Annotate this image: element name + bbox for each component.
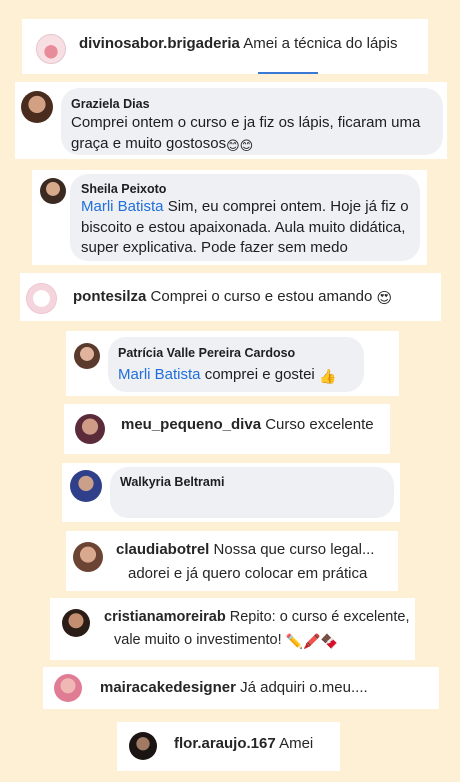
comment-text: meu_pequeno_diva Curso excelente — [121, 416, 374, 433]
comment-line-1: claudiabotrel Nossa que curso legal... — [116, 541, 375, 558]
username-link[interactable]: divinosabor.brigaderia — [79, 35, 240, 52]
comment-card-10: mairacakedesigner Já adquiri o.meu.... — [43, 667, 439, 709]
woman-avatar[interactable] — [62, 609, 90, 637]
comment-card-5: Patrícia Valle Pereira Cardoso Marli Bat… — [66, 331, 399, 396]
heart-eyes-emoji-icon: 😍 — [376, 290, 393, 307]
cropped-link-underline — [258, 72, 318, 74]
comment-card-2: Graziela Dias Comprei ontem o curso e ja… — [15, 82, 447, 159]
woman-avatar[interactable] — [21, 91, 53, 123]
comment-card-8: claudiabotrel Nossa que curso legal... a… — [66, 531, 398, 591]
woman-avatar[interactable] — [129, 732, 157, 760]
comment-card-7: Walkyria Beltrami — [62, 463, 400, 522]
comment-line-2: graça e muito gostosos😊😊 — [71, 134, 253, 157]
woman-avatar[interactable] — [54, 674, 82, 702]
comment-text: flor.araujo.167 Amei — [174, 735, 314, 752]
author-name[interactable]: Patrícia Valle Pereira Cardoso — [118, 346, 295, 360]
comment-bubble: Sheila Peixoto Marli Batista Sim, eu com… — [70, 174, 420, 261]
author-name[interactable]: Walkyria Beltrami — [120, 475, 224, 489]
woman-avatar[interactable] — [40, 178, 66, 204]
comment-card-4: pontesilza Comprei o curso e estou amand… — [20, 273, 441, 321]
comment-line-2: biscoito e estou apaixonada. Aula muito … — [81, 219, 406, 236]
comment-card-3: Sheila Peixoto Marli Batista Sim, eu com… — [32, 170, 427, 265]
comment-text: divinosabor.brigaderia Amei a técnica do… — [79, 35, 398, 52]
mention-link[interactable]: Marli Batista — [81, 198, 164, 215]
comment-bubble: Graziela Dias Comprei ontem o curso e ja… — [61, 88, 443, 155]
username-link[interactable]: cristianamoreirab — [104, 609, 226, 625]
comment-card-11: flor.araujo.167 Amei — [117, 722, 340, 771]
woman-avatar[interactable] — [75, 414, 105, 444]
username-link[interactable]: flor.araujo.167 — [174, 735, 276, 752]
smile-emoji-icon: 😊😊 — [226, 138, 254, 153]
comment-line-1: Marli Batista Sim, eu comprei ontem. Hoj… — [81, 198, 409, 215]
woman-avatar[interactable] — [74, 343, 100, 369]
author-name[interactable]: Graziela Dias — [71, 97, 150, 111]
username-link[interactable]: claudiabotrel — [116, 541, 209, 558]
comment-line-1: Comprei ontem o curso e ja fiz os lápis,… — [71, 114, 421, 131]
comment-line-1: cristianamoreirab Repito: o curso é exce… — [104, 609, 410, 625]
comment-card-9: cristianamoreirab Repito: o curso é exce… — [50, 598, 415, 660]
comment-card-6: meu_pequeno_diva Curso excelente — [64, 404, 390, 454]
comment-line-2: adorei e já quero colocar em prática — [128, 565, 368, 582]
author-name[interactable]: Sheila Peixoto — [81, 182, 166, 196]
comment-bubble: Patrícia Valle Pereira Cardoso Marli Bat… — [108, 337, 364, 392]
floral-logo-avatar[interactable] — [26, 283, 57, 314]
thumbs-up-emoji-icon: 👍 — [318, 368, 337, 384]
cake-logo-avatar[interactable] — [36, 34, 66, 64]
comment-bubble: Walkyria Beltrami — [110, 467, 394, 518]
comment-text: pontesilza Comprei o curso e estou amand… — [73, 288, 393, 307]
comment-text: mairacakedesigner Já adquiri o.meu.... — [100, 679, 368, 696]
mention-link[interactable]: Marli Batista — [118, 366, 201, 383]
comment-line-1: Marli Batista comprei e gostei 👍 — [118, 365, 336, 387]
username-link[interactable]: mairacakedesigner — [100, 679, 236, 696]
comment-card-1: divinosabor.brigaderia Amei a técnica do… — [22, 19, 428, 74]
username-link[interactable]: meu_pequeno_diva — [121, 416, 261, 433]
pencil-crayon-chocolate-emoji-icon: ✏️🖍️🍫 — [285, 633, 338, 649]
woman-avatar[interactable] — [73, 542, 103, 572]
comment-line-2: vale muito o investimento! ✏️🖍️🍫 — [114, 632, 338, 649]
woman-avatar[interactable] — [70, 470, 102, 502]
username-link[interactable]: pontesilza — [73, 288, 146, 305]
comment-line-3: super explicativa. Pode fazer sem medo — [81, 239, 348, 256]
